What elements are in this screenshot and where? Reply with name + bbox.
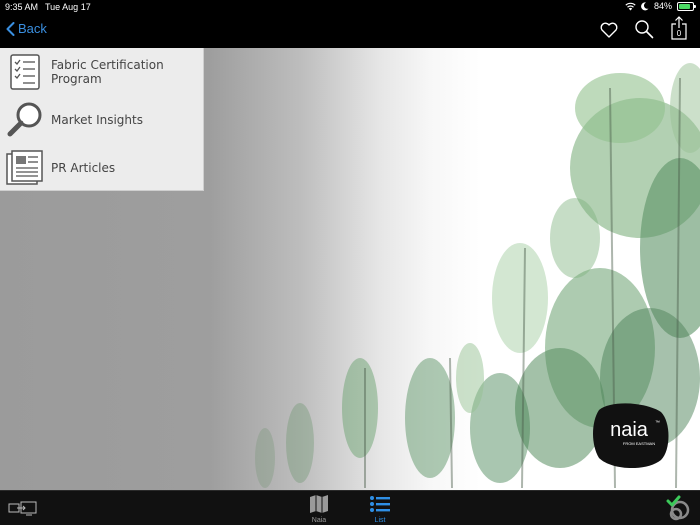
- share-badge: 0: [677, 29, 682, 38]
- battery-fill: [679, 3, 690, 9]
- naia-logo: naia ™ FROM EASTMAN: [593, 403, 669, 469]
- checklist-icon: [10, 54, 40, 90]
- heart-icon[interactable]: [600, 22, 618, 38]
- wifi-icon: [625, 2, 636, 10]
- logo-trademark: ™: [655, 420, 660, 426]
- screen-mirror-icon[interactable]: [8, 501, 38, 517]
- status-time: 9:35 AM: [5, 2, 39, 12]
- tab-list[interactable]: List: [360, 494, 400, 524]
- nav-bar: Back 0: [0, 14, 700, 48]
- logo-wordmark: naia: [610, 419, 649, 441]
- back-label: Back: [18, 21, 47, 36]
- menu-item-label: Market Insights: [51, 112, 143, 127]
- menu-item-label: Fabric Certification Program: [51, 57, 164, 86]
- status-date: Tue Aug 17: [45, 2, 91, 12]
- status-right: 84%: [625, 1, 696, 11]
- newspaper-icon: [6, 150, 43, 185]
- map-icon: [310, 495, 328, 513]
- tab-label: Naia: [311, 517, 327, 524]
- menu-item-label: PR Articles: [51, 160, 116, 175]
- chevron-left-icon: [6, 21, 15, 36]
- status-bar: 9:35 AM Tue Aug 17 84%: [0, 0, 700, 14]
- tab-naia[interactable]: Naia: [299, 494, 339, 524]
- logo-tagline: FROM EASTMAN: [623, 441, 655, 446]
- menu-item-pr-articles[interactable]: PR Articles: [0, 144, 204, 191]
- back-button[interactable]: Back: [6, 21, 47, 36]
- moon-icon: [641, 1, 649, 10]
- tab-label: List: [374, 517, 386, 524]
- battery-icon: [677, 1, 696, 11]
- sync-status-icon[interactable]: [666, 494, 692, 522]
- share-icon[interactable]: 0: [670, 16, 688, 40]
- battery-percent: 84%: [653, 1, 672, 11]
- menu-item-fabric-certification[interactable]: Fabric Certification Program: [0, 48, 204, 95]
- list-icon: [370, 496, 390, 512]
- tab-bar: Naia List: [0, 490, 700, 525]
- resources-menu: Fabric Certification Program Market Insi…: [0, 48, 204, 191]
- magnifier-icon: [7, 102, 42, 137]
- battery-nub: [694, 4, 696, 8]
- search-icon[interactable]: [634, 19, 654, 39]
- menu-item-market-insights[interactable]: Market Insights: [0, 96, 204, 143]
